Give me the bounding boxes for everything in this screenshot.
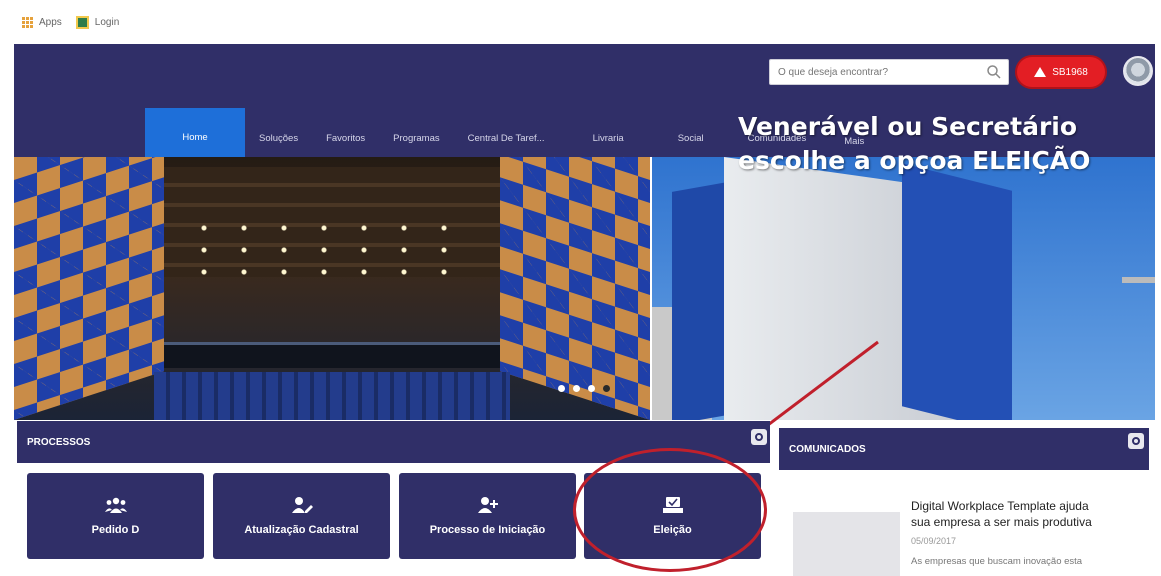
news-title[interactable]: Digital Workplace Template ajuda sua emp… <box>911 498 1111 530</box>
apps-grid-icon <box>22 16 33 28</box>
search-input[interactable] <box>770 60 970 84</box>
user-add-icon <box>477 497 498 513</box>
nav-item-programas[interactable]: Programas <box>379 119 453 157</box>
nav-item-social[interactable]: Social <box>658 119 724 157</box>
tile-label: Pedido D <box>91 524 140 536</box>
search-icon[interactable] <box>986 64 1002 80</box>
carousel-dot[interactable] <box>588 385 595 392</box>
comunicados-header: COMUNICADOS <box>779 428 1149 470</box>
gear-icon <box>1132 437 1140 445</box>
nav-item-livraria[interactable]: Livraria <box>559 119 658 157</box>
comunicados-title: COMUNICADOS <box>789 443 866 455</box>
tile-label: Atualização Cadastral <box>244 524 359 536</box>
tile-processo-de-iniciacao[interactable]: Processo de Iniciação <box>399 473 576 559</box>
hero-caption-line2: escolhe a opçoa ELEIÇÃO <box>738 146 1091 175</box>
nav-item-home[interactable]: Home <box>145 108 245 157</box>
tile-label: Processo de Iniciação <box>429 524 546 536</box>
search-box <box>769 59 1009 85</box>
news-date: 05/09/2017 <box>911 536 957 546</box>
nav-item-central-de-tarefas[interactable]: Central De Taref... <box>454 119 559 157</box>
bookmark-apps-label: Apps <box>39 16 62 28</box>
login-icon <box>75 15 89 29</box>
carousel-dot[interactable] <box>573 385 580 392</box>
nav-item-favoritos[interactable]: Favoritos <box>312 119 379 157</box>
carousel-dots <box>558 385 610 392</box>
hero-theater-image <box>14 157 650 420</box>
bookmarks-bar: Apps Login <box>0 0 1161 44</box>
bookmark-login[interactable]: Login <box>75 15 120 29</box>
avatar[interactable] <box>1123 56 1153 86</box>
nav-item-solucoes[interactable]: Soluções <box>245 119 312 157</box>
tile-atualizacao-cadastral[interactable]: Atualização Cadastral <box>213 473 390 559</box>
carousel-dot[interactable] <box>558 385 565 392</box>
news-excerpt: As empresas que buscam inovação esta <box>911 556 1083 567</box>
processos-title: PROCESSOS <box>27 436 91 448</box>
users-group-icon <box>104 497 127 513</box>
comunicados-settings-button[interactable] <box>1128 433 1144 449</box>
processos-settings-button[interactable] <box>751 429 767 445</box>
alert-badge[interactable]: SB1968 <box>1017 57 1105 87</box>
hero-caption: Venerável ou Secretário escolhe a opçoa … <box>738 110 1090 178</box>
warning-icon <box>1034 67 1047 77</box>
gear-icon <box>755 433 763 441</box>
tile-pedido-d[interactable]: Pedido D <box>27 473 204 559</box>
bookmark-login-label: Login <box>94 16 120 28</box>
alert-badge-label: SB1968 <box>1052 66 1088 78</box>
carousel-dot[interactable] <box>603 385 610 392</box>
user-edit-icon <box>291 497 313 513</box>
news-thumbnail[interactable] <box>793 512 900 576</box>
hero-carousel[interactable] <box>14 157 1155 420</box>
bookmark-apps[interactable]: Apps <box>22 16 62 28</box>
annotation-highlight-oval <box>573 448 767 572</box>
hero-caption-line1: Venerável ou Secretário <box>738 112 1078 141</box>
